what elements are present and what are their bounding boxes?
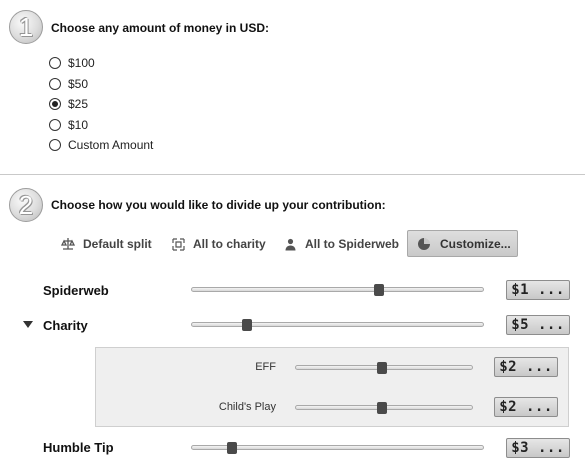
step-2-number: 2 xyxy=(18,190,34,220)
amount-option-label: $10 xyxy=(68,118,89,132)
split-option-label: Customize... xyxy=(440,236,511,251)
amount-option-label: $50 xyxy=(68,77,89,91)
radio-button-selected[interactable] xyxy=(49,98,61,110)
humble-tip-slider-handle[interactable] xyxy=(227,442,238,454)
amount-option-custom[interactable]: Custom Amount xyxy=(49,137,153,153)
amount-option-label: Custom Amount xyxy=(68,138,154,152)
split-customize-button[interactable]: Customize... xyxy=(407,230,518,257)
expand-arrows-icon xyxy=(171,237,185,251)
eff-label: EFF xyxy=(255,361,276,373)
charity-slider-handle[interactable] xyxy=(241,319,252,331)
childs-play-label: Child's Play xyxy=(218,401,276,413)
radio-button[interactable] xyxy=(49,139,61,151)
charity-label: Charity xyxy=(43,318,88,333)
charity-slider-track[interactable] xyxy=(191,322,484,327)
person-icon xyxy=(283,237,297,251)
step-1-badge: 1 xyxy=(9,10,43,44)
split-all-spiderweb-button[interactable]: All to Spiderweb xyxy=(283,234,399,254)
spiderweb-label: Spiderweb xyxy=(43,283,109,298)
charity-amount-button[interactable]: $5 ... xyxy=(506,315,570,335)
childs-play-slider-handle[interactable] xyxy=(377,402,388,414)
amount-option-25[interactable]: $25 xyxy=(49,96,88,112)
spiderweb-slider-handle[interactable] xyxy=(373,284,384,296)
collapse-triangle-icon[interactable] xyxy=(23,321,33,328)
section-divider xyxy=(0,174,585,175)
split-option-label: All to charity xyxy=(193,237,266,251)
split-option-label: Default split xyxy=(83,237,152,251)
amount-option-10[interactable]: $10 xyxy=(49,117,88,133)
childs-play-amount-button[interactable]: $2 ... xyxy=(494,397,558,417)
eff-amount-button[interactable]: $2 ... xyxy=(494,357,558,377)
spiderweb-amount-button[interactable]: $1 ... xyxy=(506,280,570,300)
radio-button[interactable] xyxy=(49,78,61,90)
radio-button[interactable] xyxy=(49,119,61,131)
split-default-button[interactable]: Default split xyxy=(61,234,152,254)
eff-slider-handle[interactable] xyxy=(377,362,388,374)
spiderweb-slider-track[interactable] xyxy=(191,287,484,292)
step-1-number: 1 xyxy=(18,12,34,42)
amount-option-label: $25 xyxy=(68,97,89,111)
split-option-label: All to Spiderweb xyxy=(305,237,400,251)
amount-option-label: $100 xyxy=(68,56,95,70)
humble-tip-label: Humble Tip xyxy=(43,440,114,455)
step-2-title: Choose how you would like to divide up y… xyxy=(51,198,386,212)
step-2-badge: 2 xyxy=(9,188,43,222)
split-all-charity-button[interactable]: All to charity xyxy=(171,234,266,254)
scale-icon xyxy=(61,237,75,251)
radio-button[interactable] xyxy=(49,57,61,69)
amount-option-50[interactable]: $50 xyxy=(49,76,88,92)
amount-option-100[interactable]: $100 xyxy=(49,55,95,71)
pie-chart-icon xyxy=(418,237,430,250)
humble-tip-amount-button[interactable]: $3 ... xyxy=(506,438,570,458)
step-1-title: Choose any amount of money in USD: xyxy=(51,21,270,35)
